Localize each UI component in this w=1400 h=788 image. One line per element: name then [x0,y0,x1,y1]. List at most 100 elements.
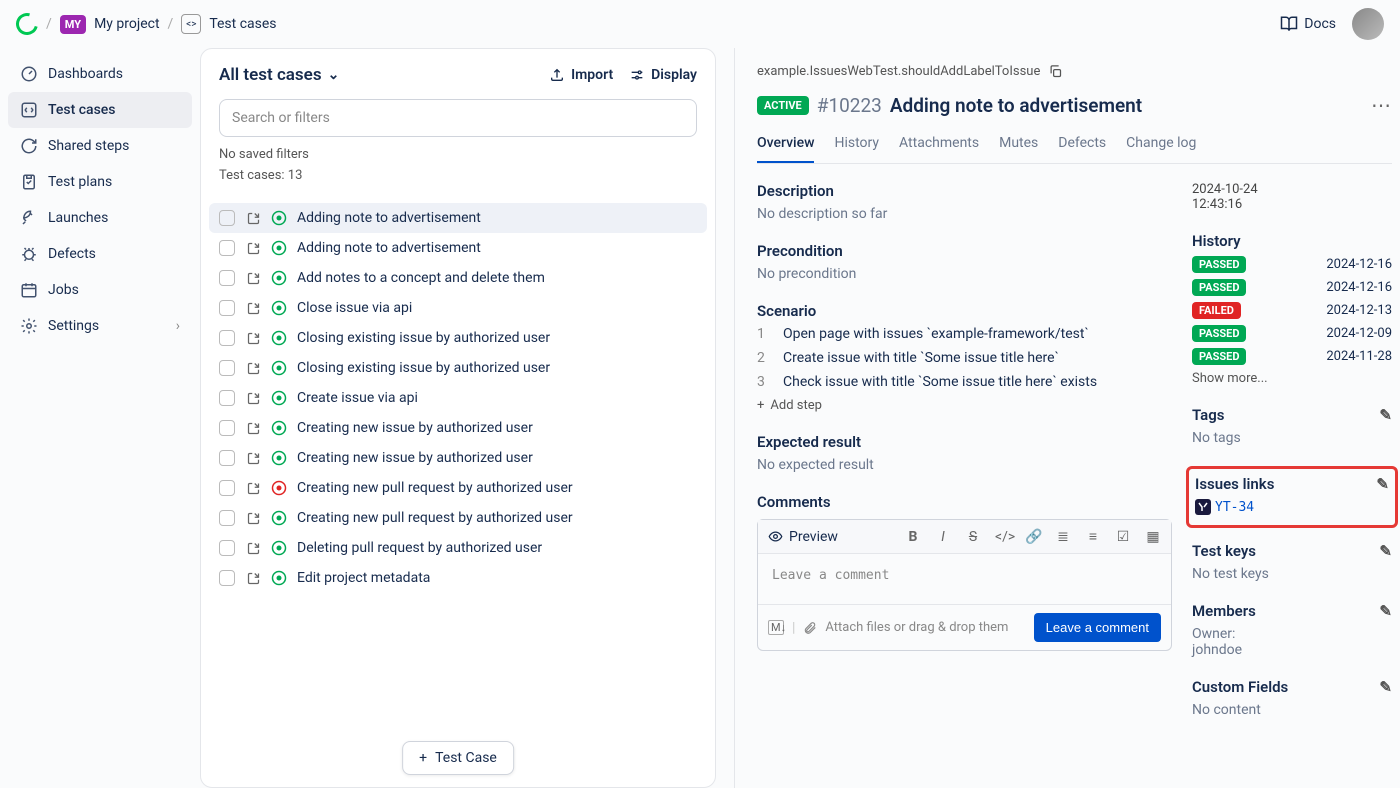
nav-settings[interactable]: Settings› [8,308,192,344]
history-row[interactable]: PASSED2024-12-16 [1192,256,1392,273]
status-icon [271,270,287,286]
logo-icon[interactable] [12,9,42,39]
comment-textarea[interactable]: Leave a comment [758,554,1171,604]
leave-comment-button[interactable]: Leave a comment [1034,613,1161,642]
link-icon[interactable]: 🔗 [1025,529,1041,545]
test-case-row[interactable]: Closing existing issue by authorized use… [209,323,707,353]
code-icon[interactable]: </> [995,529,1011,545]
edit-test-keys-button[interactable]: ✎ [1379,542,1392,560]
nav-shared-steps[interactable]: Shared steps [8,128,192,164]
preview-button[interactable]: Preview [768,529,838,545]
test-case-row[interactable]: Creating new pull request by authorized … [209,503,707,533]
bold-icon[interactable]: B [905,529,921,545]
italic-icon[interactable]: I [935,529,951,545]
tab-mutes[interactable]: Mutes [999,135,1038,163]
scenario-step[interactable]: 3Check issue with title `Some issue titl… [757,374,1172,390]
checkbox[interactable] [219,480,235,496]
history-row[interactable]: PASSED2024-12-16 [1192,279,1392,296]
checkbox[interactable] [219,270,235,286]
test-case-row[interactable]: Edit project metadata [209,563,707,593]
import-button[interactable]: Import [549,67,613,83]
test-case-name: Add notes to a concept and delete them [297,270,545,286]
topbar: / MY My project / <> Test cases Docs [0,0,1400,48]
display-button[interactable]: Display [629,67,697,83]
strike-icon[interactable]: S [965,529,981,545]
attach-text[interactable]: Attach files or drag & drop them [825,620,1025,635]
checklist-icon[interactable]: ☑ [1115,529,1131,545]
checkbox[interactable] [219,360,235,376]
created-date: 2024-10-24 [1192,182,1392,197]
divider [734,48,735,788]
edit-custom-button[interactable]: ✎ [1379,678,1392,696]
test-case-name: Closing existing issue by authorized use… [297,360,550,376]
test-case-row[interactable]: Adding note to advertisement [209,203,707,233]
user-avatar[interactable] [1352,8,1384,40]
checkbox[interactable] [219,210,235,226]
nav-defects[interactable]: Defects [8,236,192,272]
show-more-button[interactable]: Show more... [1192,371,1392,386]
table-icon[interactable]: ▦ [1145,529,1161,545]
checkbox[interactable] [219,420,235,436]
nav-test-plans[interactable]: Test plans [8,164,192,200]
history-row[interactable]: PASSED2024-12-09 [1192,325,1392,342]
checkbox[interactable] [219,240,235,256]
plus-icon: + [419,750,427,766]
test-case-row[interactable]: Adding note to advertisement [209,233,707,263]
tab-change-log[interactable]: Change log [1126,135,1196,163]
paperclip-icon[interactable] [803,621,817,635]
checkbox[interactable] [219,570,235,586]
test-case-row[interactable]: Closing existing issue by authorized use… [209,353,707,383]
nav-launches[interactable]: Launches [8,200,192,236]
chevron-down-icon[interactable]: ⌄ [328,67,340,83]
checkbox[interactable] [219,450,235,466]
add-test-case-button[interactable]: + Test Case [402,741,514,775]
tab-defects[interactable]: Defects [1058,135,1106,163]
test-case-row[interactable]: Close issue via api [209,293,707,323]
checkbox[interactable] [219,300,235,316]
project-name[interactable]: My project [94,16,159,32]
checkbox[interactable] [219,390,235,406]
history-row[interactable]: PASSED2024-11-28 [1192,348,1392,365]
calendar-icon [20,281,38,299]
copy-icon[interactable] [1048,64,1063,79]
detail-panel: example.IssuesWebTest.shouldAddLabelToIs… [753,48,1400,788]
checkbox[interactable] [219,510,235,526]
status-icon [271,510,287,526]
issues-title: Issues links [1195,475,1274,493]
scenario-step[interactable]: 1Open page with issues `example-framewor… [757,326,1172,342]
test-case-row[interactable]: Deleting pull request by authorized user [209,533,707,563]
add-step-button[interactable]: +Add step [757,398,1172,413]
test-case-row[interactable]: Creating new pull request by authorized … [209,473,707,503]
tab-overview[interactable]: Overview [757,135,814,163]
created-time: 12:43:16 [1192,197,1392,212]
tags-body: No tags [1192,430,1392,446]
step-in-icon [245,300,261,316]
tab-attachments[interactable]: Attachments [899,135,979,163]
book-icon [1280,15,1298,33]
ordered-list-icon[interactable]: ≡ [1085,528,1101,545]
breadcrumb-page[interactable]: Test cases [209,16,276,32]
edit-issues-button[interactable]: ✎ [1376,475,1389,493]
history-row[interactable]: FAILED2024-12-13 [1192,302,1392,319]
edit-tags-button[interactable]: ✎ [1379,406,1392,424]
test-case-row[interactable]: Creating new issue by authorized user [209,413,707,443]
nav-dashboards[interactable]: Dashboards [8,56,192,92]
nav-jobs[interactable]: Jobs [8,272,192,308]
test-case-row[interactable]: Creating new issue by authorized user [209,443,707,473]
project-badge[interactable]: MY [60,15,86,34]
list-icon[interactable]: ≣ [1055,529,1071,545]
checkbox[interactable] [219,540,235,556]
edit-members-button[interactable]: ✎ [1379,602,1392,620]
search-input[interactable]: Search or filters [219,99,697,137]
test-case-row[interactable]: Create issue via api [209,383,707,413]
nav-test-cases[interactable]: Test cases [8,92,192,128]
issue-link[interactable]: YT-34 [1195,499,1389,515]
tab-history[interactable]: History [834,135,879,163]
docs-link[interactable]: Docs [1280,15,1336,33]
checkbox[interactable] [219,330,235,346]
test-case-row[interactable]: Add notes to a concept and delete them [209,263,707,293]
comment-box: Preview B I S </> 🔗 ≣ ≡ ☑ ▦ Leave [757,519,1172,651]
test-case-name: Edit project metadata [297,570,430,586]
more-menu[interactable]: ⋯ [1371,93,1392,117]
scenario-step[interactable]: 2Create issue with title `Some issue tit… [757,350,1172,366]
